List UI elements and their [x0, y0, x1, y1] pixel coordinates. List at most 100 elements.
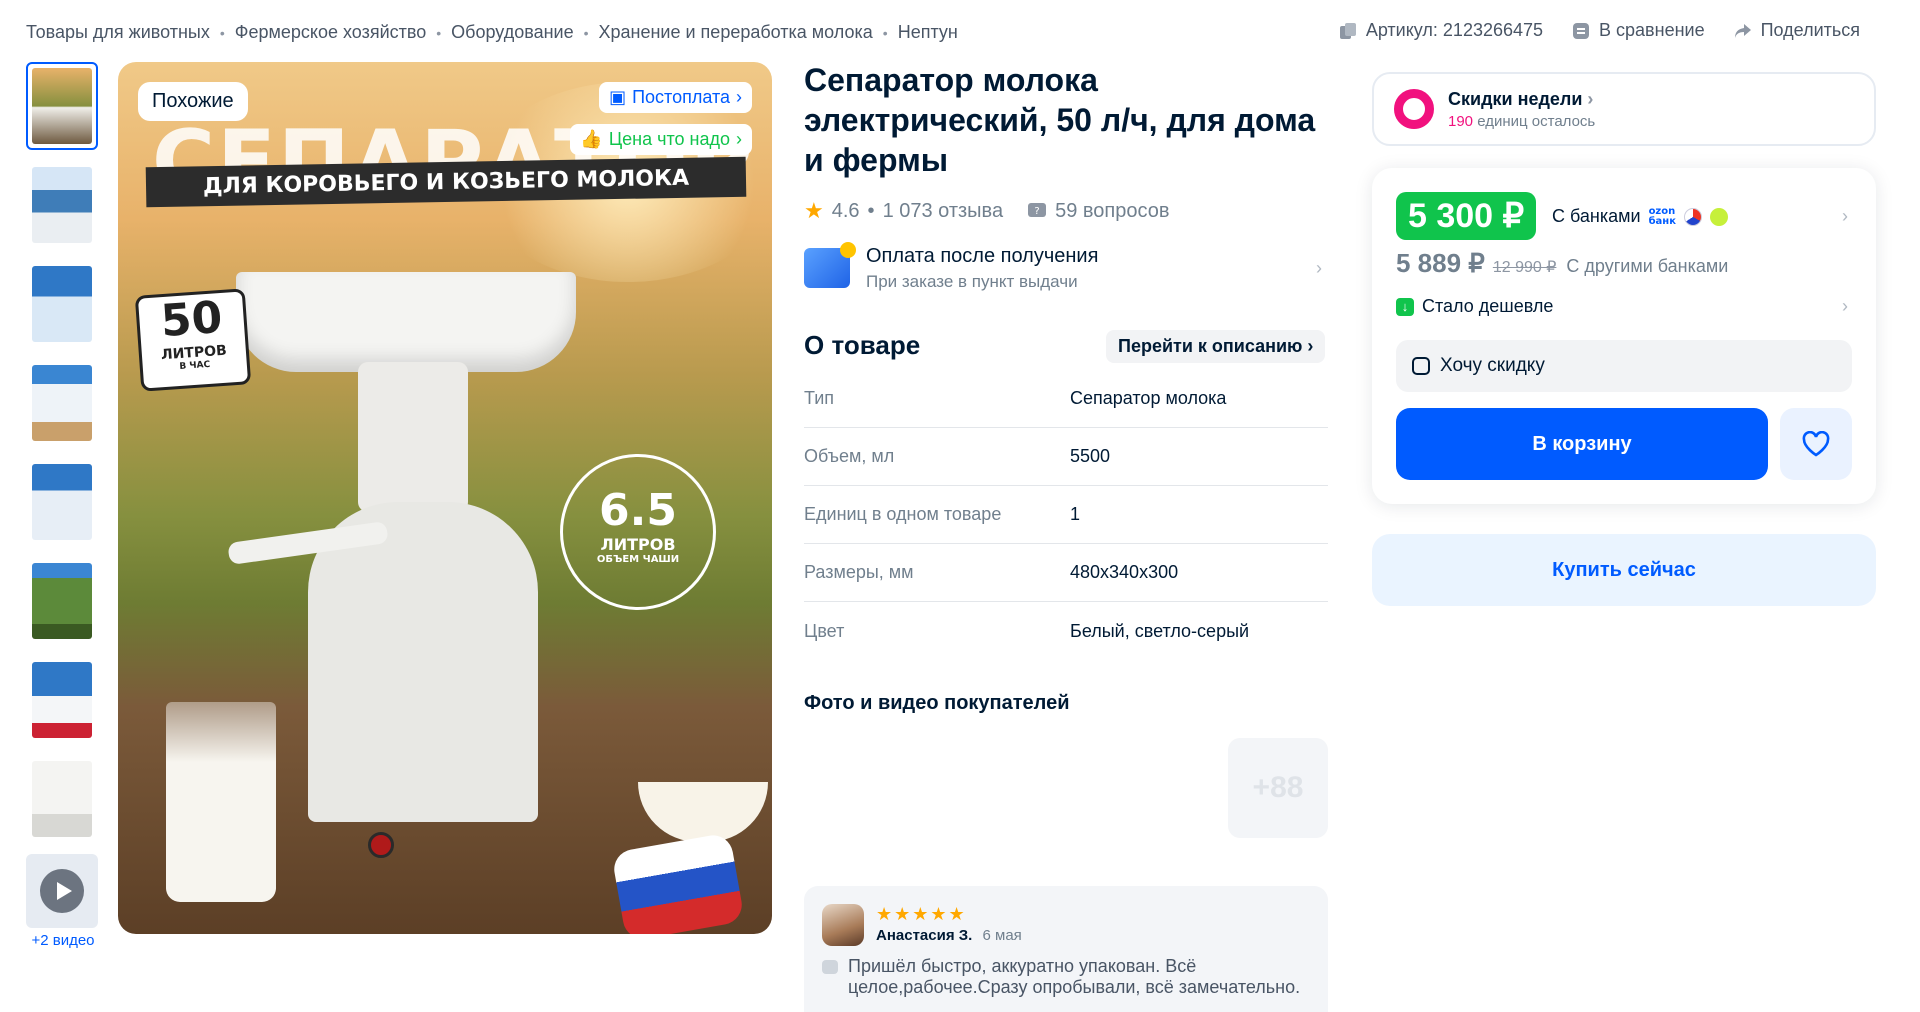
- reviews-link[interactable]: 1 073 отзыва: [883, 200, 1004, 223]
- thumbnail[interactable]: [26, 656, 98, 744]
- customer-photos-heading: Фото и видео покупателей: [804, 692, 1070, 714]
- thumbnail[interactable]: [26, 458, 98, 546]
- compare-label: В сравнение: [1599, 20, 1705, 40]
- share-label: Поделиться: [1760, 20, 1860, 40]
- review-card[interactable]: ★★★★★ Анастасия З. 6 мая Пришёл быстро, …: [804, 886, 1328, 1012]
- buy-now-button[interactable]: Купить сейчас: [1372, 534, 1876, 606]
- want-discount-button[interactable]: Хочу скидку: [1396, 340, 1852, 392]
- favorite-button[interactable]: [1780, 408, 1852, 480]
- breadcrumb-item[interactable]: Нептун: [898, 22, 958, 43]
- thumbnail[interactable]: [26, 62, 98, 150]
- more-photos-tile[interactable]: +88: [1228, 738, 1328, 838]
- bank-logo-icon: [1710, 207, 1728, 226]
- review-author: Анастасия З.: [876, 927, 973, 944]
- chevron-right-icon[interactable]: ›: [1842, 296, 1848, 317]
- review-meta: Анастасия З. 6 мая: [876, 927, 1022, 944]
- pay-after-subtitle: При заказе в пункт выдачи: [866, 271, 1078, 291]
- pay-after-receipt[interactable]: Оплата после получения При заказе в пунк…: [804, 240, 1326, 296]
- review-stars: ★★★★★: [876, 904, 967, 924]
- separator-power-led: [368, 832, 394, 858]
- spec-key: Размеры, мм: [804, 562, 914, 582]
- bank-offer[interactable]: С банками ozon банк: [1552, 206, 1728, 227]
- chevron-right-icon[interactable]: ›: [1842, 206, 1848, 227]
- similar-button[interactable]: Похожие: [138, 82, 248, 121]
- copy-icon: [1339, 22, 1356, 39]
- chevron-right-icon: ›: [1587, 88, 1594, 109]
- compare-button[interactable]: В сравнение: [1571, 20, 1705, 41]
- deal-title-text: Скидки недели: [1448, 88, 1583, 109]
- stamp-number: 50: [159, 291, 224, 348]
- rating-dot: •: [867, 199, 875, 222]
- price-with-bank[interactable]: 5 300 ₽: [1396, 192, 1537, 240]
- thumbnail[interactable]: [26, 260, 98, 348]
- add-to-cart-button[interactable]: В корзину: [1396, 408, 1768, 480]
- article-copy[interactable]: Артикул: 2123266475: [1338, 20, 1543, 41]
- star-icon: ★: [804, 198, 824, 223]
- ozon-bank-logo: ozon банк: [1648, 205, 1676, 227]
- separator-neck: [358, 362, 468, 512]
- spec-value: 480x340x300: [1070, 562, 1179, 582]
- specs-table: Тип Сепаратор молока Объем, мл 5500 Един…: [804, 370, 1328, 660]
- spec-value: 1: [1070, 504, 1081, 524]
- spec-key: Единиц в одном товаре: [804, 504, 1002, 524]
- spec-value: Белый, светло-серый: [1070, 620, 1250, 641]
- thumbnail[interactable]: [26, 557, 98, 645]
- deal-subtitle: 190 единиц осталось: [1448, 113, 1595, 130]
- capacity-stamp: 50 ЛИТРОВ В ЧАС: [134, 288, 252, 392]
- separator-bowl: [236, 272, 576, 372]
- separator-body: [308, 502, 538, 822]
- deal-ring-icon: [1394, 89, 1434, 129]
- deal-title: Скидки недели ›: [1448, 89, 1595, 110]
- article-number: Артикул: 2123266475: [1365, 20, 1544, 40]
- spec-value: Сепаратор молока: [1070, 388, 1227, 408]
- spec-value: 5500: [1070, 446, 1111, 466]
- arrow-down-icon: ↓: [1396, 297, 1414, 316]
- question-icon: ?: [1028, 203, 1047, 217]
- breadcrumb-separator: •: [583, 24, 589, 41]
- bank-logo-icon: [1684, 207, 1702, 226]
- play-icon: [40, 869, 84, 913]
- spec-row: Тип Сепаратор молока: [804, 370, 1328, 428]
- price-box: 5 300 ₽ С банками ozon банк › 5 889 ₽ 12 …: [1372, 168, 1876, 504]
- weekly-deals-banner[interactable]: Скидки недели › 190 единиц осталось: [1372, 72, 1876, 146]
- thumbnail[interactable]: [26, 755, 98, 843]
- price-dropped[interactable]: ↓ Стало дешевле: [1396, 296, 1553, 317]
- deal-count: 190: [1448, 112, 1474, 130]
- review-date: 6 мая: [982, 927, 1022, 944]
- share-icon: [1734, 23, 1751, 38]
- compare-icon: [1573, 22, 1590, 39]
- breadcrumb-item[interactable]: Оборудование: [451, 22, 573, 43]
- chevron-right-icon: ›: [736, 87, 742, 107]
- breadcrumb-item[interactable]: Хранение и переработка молока: [599, 22, 873, 43]
- good-price-label: Цена что надо: [608, 129, 730, 149]
- avatar: [822, 904, 864, 946]
- postpay-badge[interactable]: ▣ Постоплата ›: [599, 82, 752, 113]
- thumbnail[interactable]: [26, 359, 98, 447]
- share-button[interactable]: Поделиться: [1733, 20, 1860, 41]
- circle-number: 6.5: [599, 485, 677, 536]
- cream-bowl: [638, 782, 768, 842]
- price-old: 12 990 ₽: [1492, 259, 1557, 276]
- go-to-description-button[interactable]: Перейти к описанию ›: [1106, 330, 1326, 363]
- video-thumbnail[interactable]: [26, 854, 98, 928]
- about-heading: О товаре: [804, 330, 921, 360]
- product-title: Сепаратор молока электрический, 50 л/ч, …: [804, 62, 1316, 178]
- spec-key: Тип: [804, 388, 835, 408]
- more-videos-link[interactable]: +2 видео: [26, 932, 100, 949]
- discount-icon: [1412, 357, 1430, 375]
- card-icon: [804, 242, 856, 288]
- spec-row: Объем, мл 5500: [804, 428, 1328, 486]
- breadcrumb-item[interactable]: Товары для животных: [26, 22, 210, 43]
- thumbnail[interactable]: [26, 161, 98, 249]
- spec-row: Размеры, мм 480x340x300: [804, 544, 1328, 602]
- rating-row: ★ 4.6 • 1 073 отзыва ? 59 вопросов: [804, 198, 1169, 224]
- questions-link[interactable]: ? 59 вопросов: [1027, 200, 1169, 223]
- good-price-badge[interactable]: 👍 Цена что надо ›: [570, 124, 752, 155]
- questions-label: 59 вопросов: [1055, 199, 1170, 222]
- want-discount-label: Хочу скидку: [1440, 355, 1545, 376]
- pay-after-title: Оплата после получения: [866, 244, 1099, 267]
- chevron-right-icon: ›: [1316, 258, 1322, 278]
- breadcrumb-item[interactable]: Фермерское хозяйство: [235, 22, 426, 43]
- heart-icon: [1802, 431, 1830, 457]
- product-main-image[interactable]: СЕПАРАТОР ДЛЯ КОРОВЬЕГО И КОЗЬЕГО МОЛОКА…: [118, 62, 772, 934]
